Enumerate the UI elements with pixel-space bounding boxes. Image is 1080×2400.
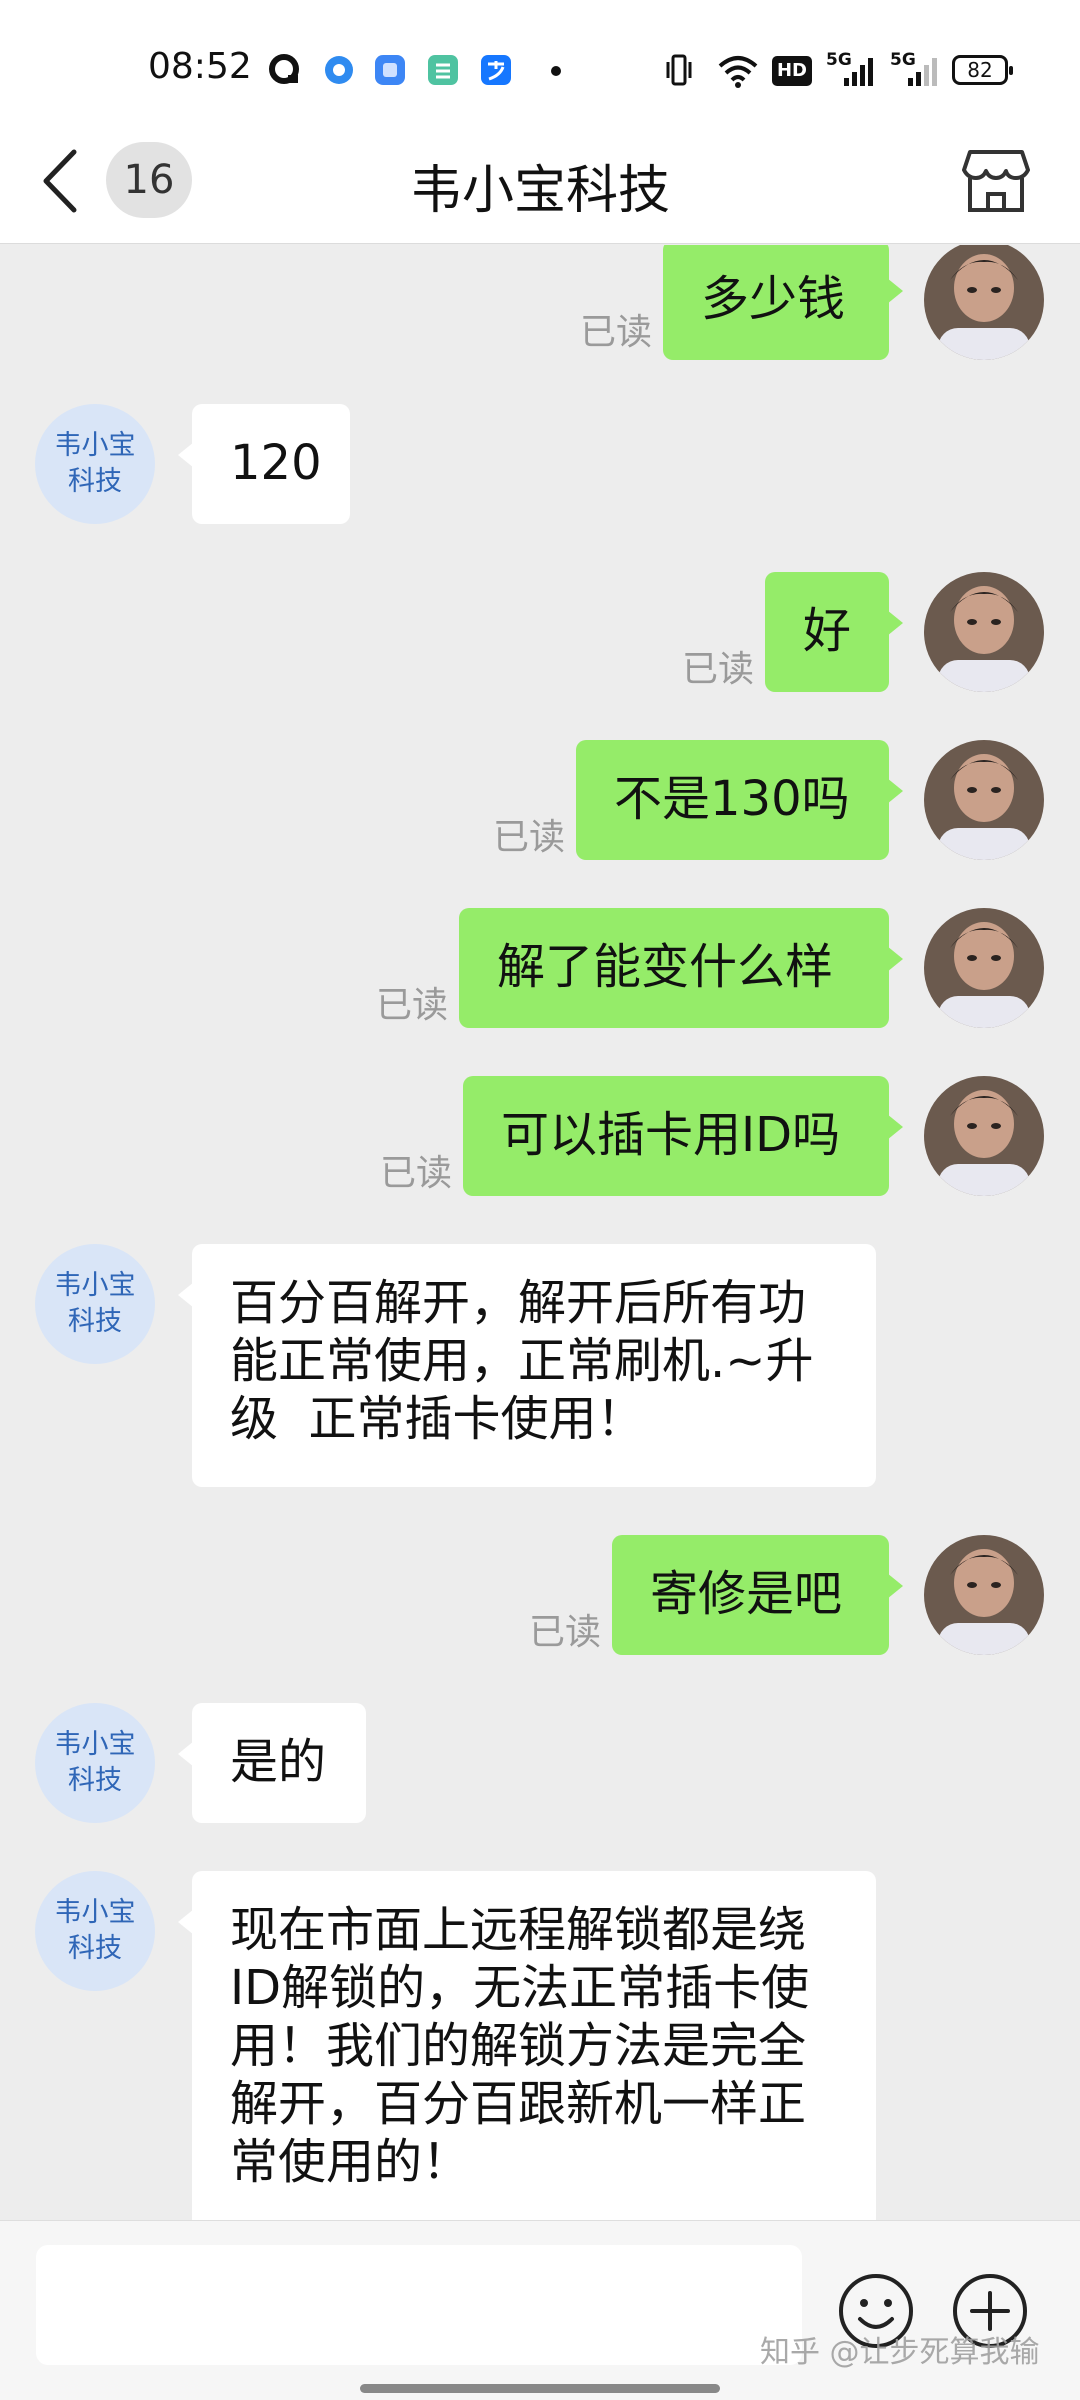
read-status: 已读 bbox=[493, 817, 566, 858]
chat-title: 韦小宝科技 bbox=[409, 161, 670, 221]
battery-icon: 82 bbox=[952, 55, 1013, 85]
message-list[interactable]: 已读 多少钱 韦小宝 科技 120 已读 好 已读 不是130吗 已读 解了能变什… bbox=[0, 245, 1080, 2220]
read-status: 已读 bbox=[580, 312, 653, 353]
vibrate-icon bbox=[666, 54, 692, 86]
read-status: 已读 bbox=[376, 985, 449, 1026]
store-icon[interactable] bbox=[960, 144, 1032, 216]
contact-message-bubble[interactable]: 百分百解开，解开后所有功 能正常使用，正常刷机.~升 级 正常插卡使用！ bbox=[178, 1244, 876, 1487]
my-message-bubble[interactable]: 不是130吗 bbox=[576, 740, 903, 860]
my-message-bubble[interactable]: 多少钱 bbox=[663, 245, 903, 360]
my-message-bubble[interactable]: 可以插卡用ID吗 bbox=[463, 1076, 903, 1196]
my-avatar[interactable] bbox=[924, 1535, 1044, 1655]
chevron-left-icon[interactable] bbox=[36, 146, 86, 216]
circle-app-icon bbox=[325, 56, 353, 84]
my-message-bubble[interactable]: 寄修是吧 bbox=[612, 1535, 903, 1655]
signal-icon: 5G bbox=[826, 50, 876, 90]
contact-avatar[interactable]: 韦小宝 科技 bbox=[35, 1244, 155, 1364]
input-bar bbox=[0, 2220, 1080, 2400]
home-indicator[interactable] bbox=[360, 2384, 720, 2393]
my-avatar[interactable] bbox=[924, 740, 1044, 860]
watermark: 知乎 @让步死算我输 bbox=[760, 2335, 1040, 2370]
wifi-icon bbox=[718, 56, 758, 88]
green-app-icon bbox=[428, 55, 458, 85]
my-avatar[interactable] bbox=[924, 572, 1044, 692]
status-bar: 08:52 HD 5G 5G 82 bbox=[0, 0, 1080, 118]
hd-icon: HD bbox=[772, 56, 812, 86]
square-app-icon bbox=[375, 55, 405, 85]
message-input[interactable] bbox=[36, 2245, 802, 2365]
contact-avatar[interactable]: 韦小宝 科技 bbox=[35, 404, 155, 524]
signal-icon: 5G bbox=[890, 50, 940, 90]
my-message-bubble[interactable]: 好 bbox=[765, 572, 903, 692]
my-message-bubble[interactable]: 解了能变什么样 bbox=[459, 908, 903, 1028]
q-app-icon bbox=[269, 54, 299, 84]
status-time: 08:52 bbox=[148, 46, 252, 87]
contact-avatar[interactable]: 韦小宝 科技 bbox=[35, 1871, 155, 1991]
alipay-icon bbox=[481, 55, 511, 85]
my-avatar[interactable] bbox=[924, 908, 1044, 1028]
notification-dot bbox=[551, 66, 561, 76]
contact-avatar[interactable]: 韦小宝 科技 bbox=[35, 1703, 155, 1823]
my-avatar[interactable] bbox=[924, 245, 1044, 360]
read-status: 已读 bbox=[529, 1612, 602, 1653]
contact-message-bubble[interactable]: 120 bbox=[178, 404, 350, 524]
unread-count-badge[interactable]: 16 bbox=[106, 142, 192, 218]
read-status: 已读 bbox=[380, 1153, 453, 1194]
my-avatar[interactable] bbox=[924, 1076, 1044, 1196]
read-status: 已读 bbox=[682, 649, 755, 690]
contact-message-bubble[interactable]: 现在市面上远程解锁都是绕 ID解锁的，无法正常插卡使 用！我们的解锁方法是完全 … bbox=[178, 1871, 876, 2220]
contact-message-bubble[interactable]: 是的 bbox=[178, 1703, 366, 1823]
chat-header: 16 韦小宝科技 bbox=[0, 118, 1080, 244]
